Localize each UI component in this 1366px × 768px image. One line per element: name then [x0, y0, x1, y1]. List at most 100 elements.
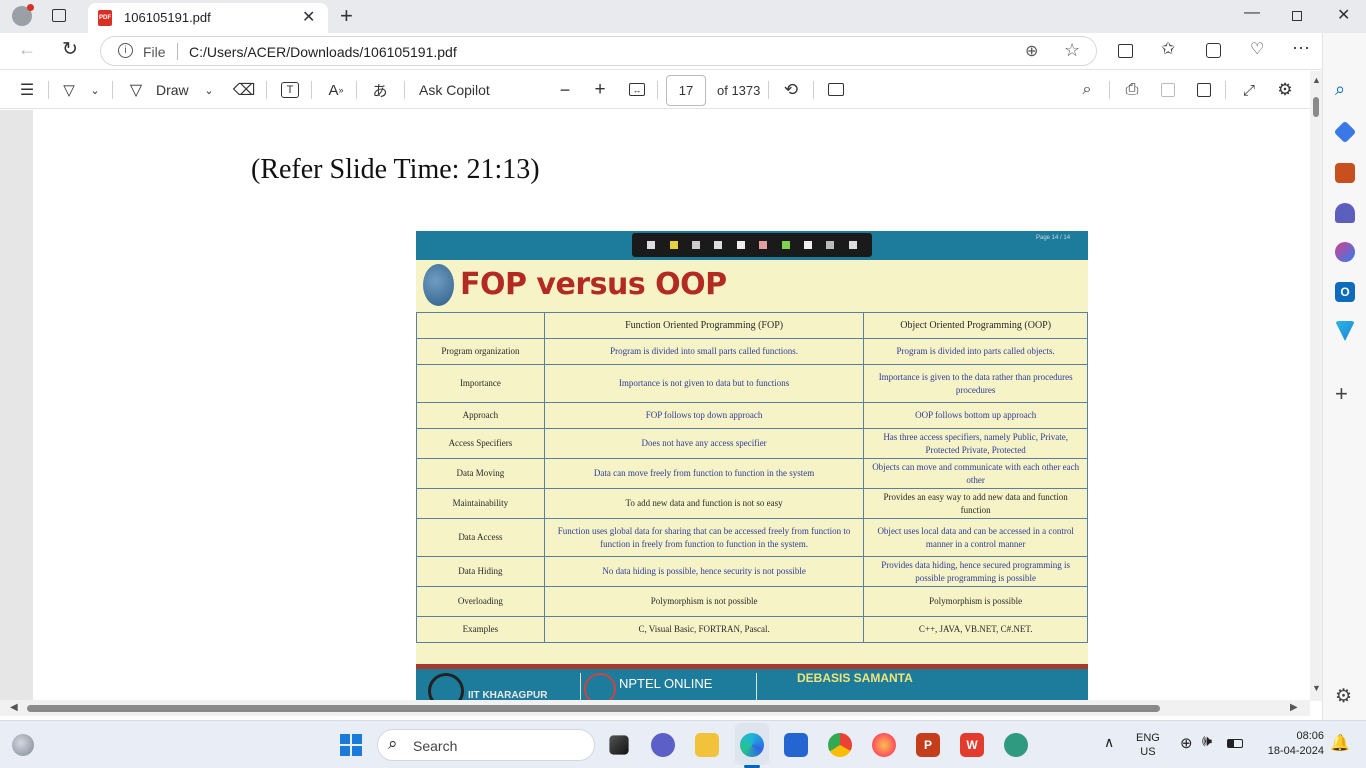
file-explorer-icon[interactable] — [695, 733, 719, 757]
read-aloud-icon[interactable]: A» — [326, 76, 346, 104]
fop-cell: Data can move freely from function to fu… — [543, 458, 865, 489]
pdf-page: (Refer Slide Time: 21:13) Page 14 / 14 F… — [33, 110, 1310, 700]
vertical-scroll-thumb[interactable] — [1313, 97, 1319, 117]
games-chess-icon[interactable] — [1335, 203, 1355, 223]
draw-dropdown-icon[interactable]: ⌄ — [202, 76, 216, 104]
row-label: Examples — [416, 616, 545, 643]
pen-icon — [691, 241, 700, 249]
network-globe-icon[interactable]: ⊕ — [1180, 734, 1193, 752]
pdf-viewer[interactable]: (Refer Slide Time: 21:13) Page 14 / 14 F… — [0, 110, 1310, 700]
save-as-icon[interactable] — [1197, 83, 1211, 97]
footer-institute: IIT KHARAGPUR — [468, 690, 548, 700]
browser-title-bar: PDF 106105191.pdf ✕ + — ✕ — [0, 0, 1366, 33]
shopping-tag-icon[interactable] — [1333, 120, 1357, 144]
horizontal-scrollbar[interactable]: ◀ ▶ — [0, 700, 1310, 716]
horizontal-scroll-thumb[interactable] — [27, 705, 1160, 712]
close-window-button[interactable]: ✕ — [1337, 5, 1350, 25]
table-row: Examples C, Visual Basic, FORTRAN, Pasca… — [416, 616, 1088, 643]
fit-to-width-icon[interactable]: ↔ — [629, 83, 645, 96]
restore-button[interactable] — [1292, 11, 1302, 21]
highlight-icon[interactable]: ▽ — [60, 76, 78, 104]
task-view-icon[interactable] — [609, 735, 629, 755]
slide-caption: (Refer Slide Time: 21:13) — [251, 154, 540, 185]
settings-gear-icon[interactable]: ⚙ — [1275, 76, 1295, 104]
table-row: Approach FOP follows top down approach O… — [416, 402, 1088, 429]
zoom-in-icon[interactable]: + — [591, 76, 609, 104]
battery-icon[interactable] — [1227, 739, 1243, 748]
refresh-icon[interactable]: ↻ — [62, 38, 78, 61]
scroll-down-icon[interactable]: ▼ — [1312, 683, 1321, 693]
taskbar-search-box[interactable]: ⌕ Search — [377, 729, 595, 761]
scroll-right-icon[interactable]: ▶ — [1290, 702, 1298, 713]
slide-title: FOP versus OOP — [460, 267, 727, 302]
microsoft-365-icon[interactable] — [1335, 242, 1355, 262]
save-icon[interactable] — [1161, 83, 1175, 97]
vertical-scrollbar[interactable]: ▲ ▼ — [1310, 71, 1322, 701]
collections-icon[interactable] — [1206, 43, 1221, 58]
page-number-input[interactable]: 17 — [666, 75, 706, 106]
text-box-icon[interactable]: T — [281, 82, 299, 98]
more-menu-icon[interactable]: ··· — [1292, 37, 1310, 58]
volume-icon[interactable]: 🕪 — [1202, 733, 1212, 751]
scroll-up-icon[interactable]: ▲ — [1312, 75, 1321, 85]
close-tab-icon[interactable]: ✕ — [302, 7, 315, 27]
sidebar-settings-gear-icon[interactable]: ⚙ — [1335, 685, 1352, 708]
zoom-icon[interactable]: ⊕ — [1025, 41, 1038, 61]
fullscreen-icon[interactable]: ⤢ — [1240, 76, 1258, 104]
wps-office-icon[interactable]: W — [960, 733, 984, 757]
scroll-left-icon[interactable]: ◀ — [10, 702, 18, 713]
find-icon[interactable]: ⌕ — [1077, 76, 1097, 104]
highlight-dropdown-icon[interactable]: ⌄ — [88, 76, 102, 104]
clock[interactable]: 08:06 18-04-2024 — [1256, 729, 1324, 759]
favorites-icon[interactable]: ✩ — [1161, 39, 1175, 59]
microsoft-store-icon[interactable] — [784, 733, 808, 757]
firefox-icon[interactable] — [872, 733, 896, 757]
edge-browser-icon[interactable] — [740, 733, 764, 757]
ask-copilot-button[interactable]: Ask Copilot — [419, 76, 490, 104]
draw-icon[interactable]: ▽ — [126, 76, 146, 104]
widgets-weather-icon[interactable] — [12, 734, 34, 756]
profile-icon[interactable] — [12, 4, 34, 26]
fop-cell: Does not have any access specifier — [543, 428, 865, 459]
tab-actions-icon[interactable] — [52, 9, 66, 22]
show-hidden-icons-chevron[interactable]: ∧ — [1104, 734, 1114, 751]
browser-essentials-icon[interactable]: ♡ — [1250, 39, 1264, 59]
slide-image: Page 14 / 14 FOP versus OOP Function Ori… — [416, 231, 1088, 700]
address-url[interactable]: C:/Users/ACER/Downloads/106105191.pdf — [189, 44, 457, 60]
oop-cell: Provides an easy way to add new data and… — [863, 488, 1088, 519]
windows-start-icon[interactable] — [340, 734, 362, 756]
pointer-icon — [647, 241, 656, 249]
sidebar-search-icon[interactable]: ⌕ — [1335, 79, 1345, 100]
fop-cell: Program is divided into small parts call… — [543, 338, 865, 365]
table-row: Data Hiding No data hiding is possible, … — [416, 556, 1088, 587]
print-icon[interactable]: ⎙ — [1122, 76, 1142, 104]
minimize-button[interactable]: — — [1244, 4, 1260, 22]
chatgpt-icon[interactable] — [1004, 733, 1028, 757]
new-tab-button[interactable]: + — [340, 3, 353, 29]
pdf-file-icon: PDF — [98, 10, 112, 26]
split-screen-icon[interactable] — [1118, 44, 1133, 58]
tab-pdf[interactable]: PDF 106105191.pdf ✕ — [88, 3, 328, 33]
info-icon: i — [118, 43, 133, 58]
chrome-icon[interactable] — [828, 733, 852, 757]
clock-date: 18-04-2024 — [1267, 745, 1324, 757]
translate-icon[interactable]: あ — [369, 76, 391, 104]
tools-briefcase-icon[interactable] — [1335, 163, 1355, 183]
oop-cell: Objects can move and communicate with ea… — [863, 458, 1088, 489]
powerpoint-icon[interactable]: P — [916, 733, 940, 757]
back-icon[interactable]: ← — [18, 39, 36, 60]
rotate-icon[interactable]: ⟲ — [781, 76, 801, 104]
add-sidebar-app-icon[interactable]: + — [1335, 381, 1348, 407]
language-indicator[interactable]: ENG US — [1136, 731, 1160, 759]
eraser-icon[interactable]: ⌫ — [233, 76, 256, 104]
zoom-out-icon[interactable]: − — [556, 76, 574, 104]
address-bar[interactable]: i File C:/Users/ACER/Downloads/106105191… — [100, 36, 1097, 66]
draw-label[interactable]: Draw — [156, 76, 189, 104]
notification-bell-icon[interactable]: 🔔 — [1330, 733, 1350, 753]
contents-icon[interactable]: ☰ — [16, 76, 38, 104]
drop-icon[interactable] — [1335, 321, 1355, 341]
outlook-icon[interactable]: O — [1335, 282, 1355, 302]
meet-chat-icon[interactable] — [651, 733, 675, 757]
favorite-star-icon[interactable]: ☆ — [1064, 40, 1080, 61]
page-view-icon[interactable] — [828, 83, 844, 96]
